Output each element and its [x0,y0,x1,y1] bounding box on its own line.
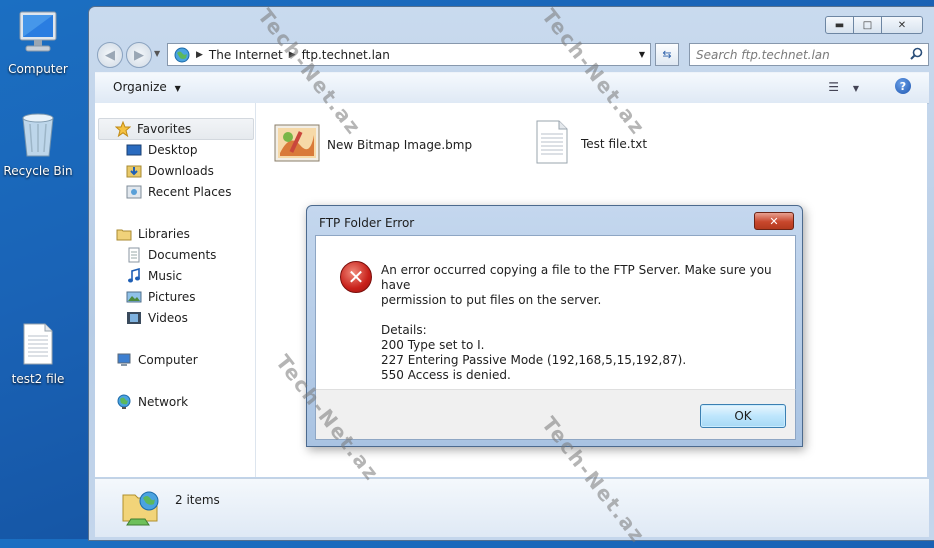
music-note-icon [126,267,142,284]
pictures-icon [126,289,142,305]
close-icon: ✕ [769,214,779,228]
file-name: Test file.txt [581,136,648,151]
minimize-button[interactable]: ▬ [825,16,854,34]
refresh-button[interactable]: ⇆ [655,43,679,66]
search-input[interactable]: Search ftp.technet.lan [696,48,910,62]
desktop-folder-icon [126,142,142,158]
forward-arrow-icon: ▶ [134,47,144,63]
nav-label: Music [148,269,183,283]
nav-label: Documents [148,248,217,262]
maximize-button[interactable]: □ [854,16,882,34]
detail-line: 227 Entering Passive Mode (192,168,5,15,… [381,353,687,367]
nav-label: Recent Places [148,185,232,199]
change-view-button[interactable]: ☰ ▼ [828,80,859,94]
nav-item-libraries[interactable]: Libraries [116,224,190,244]
organize-label: Organize [113,80,167,94]
dialog-close-button[interactable]: ✕ [754,212,794,230]
nav-label: Computer [138,353,198,367]
error-icon: ✕ [340,261,372,293]
close-icon: ✕ [897,19,907,31]
maximize-icon: □ [862,19,873,31]
navigation-bar: ◀ ▶ ▼ ▶ The Internet ▶ ftp.technet.lan ▼… [97,40,929,68]
nav-label: Network [138,395,189,409]
search-box[interactable]: Search ftp.technet.lan [689,43,929,66]
message-line: An error occurred copying a file to the … [381,263,772,292]
navigation-pane: Favorites Desktop Downloads Recent Place… [95,103,256,477]
close-button[interactable]: ✕ [882,16,923,34]
text-file-icon [534,119,570,168]
nav-item-videos[interactable]: Videos [126,308,188,328]
nav-item-music[interactable]: Music [126,266,182,286]
message-line: permission to put files on the server. [381,293,602,307]
text-file-icon [0,322,78,369]
detail-line: 550 Access is denied. [381,368,511,382]
command-bar: Organize ▼ ☰ ▼ ? [95,72,929,104]
back-arrow-icon: ◀ [105,47,115,63]
minimize-icon: ▬ [834,19,845,31]
chevron-down-icon: ▼ [852,84,859,93]
desktop-icon-label: test2 file [11,372,65,386]
file-item-bitmap[interactable]: New Bitmap Image.bmp [274,123,472,166]
nav-label: Pictures [148,290,196,304]
bitmap-image-icon [274,123,320,166]
nav-item-pictures[interactable]: Pictures [126,287,196,307]
computer-icon [116,352,132,368]
desktop-icon-test2-file[interactable]: test2 file [0,322,78,386]
nav-item-computer[interactable]: Computer [116,350,198,370]
nav-label: Favorites [137,122,192,136]
ok-button[interactable]: OK [700,404,786,428]
item-count: 2 items [175,493,220,507]
breadcrumb-the-internet[interactable]: The Internet [209,48,283,62]
refresh-icon: ⇆ [662,48,672,61]
nav-label: Desktop [148,143,198,157]
recent-pages-dropdown[interactable]: ▼ [154,49,160,58]
nav-item-favorites[interactable]: Favorites [98,118,254,140]
nav-label: Downloads [148,164,214,178]
nav-item-recent-places[interactable]: Recent Places [126,182,231,202]
downloads-folder-icon [126,163,142,179]
nav-item-network[interactable]: Network [116,392,188,412]
network-folder-icon [119,485,163,532]
details-label: Details: [381,323,427,337]
libraries-icon [116,226,132,242]
dialog-body: ✕ An error occurred copying a file to th… [315,235,796,390]
network-globe-icon [116,394,132,410]
back-button[interactable]: ◀ [97,42,123,68]
nav-item-downloads[interactable]: Downloads [126,161,214,181]
recent-places-icon [126,184,142,200]
forward-button[interactable]: ▶ [126,42,152,68]
nav-label: Videos [148,311,188,325]
help-icon: ? [899,79,907,93]
desktop-icon-recycle-bin[interactable]: Recycle Bin [0,112,78,178]
desktop-icon-computer[interactable]: Computer [0,10,78,76]
caption-buttons: ▬ □ ✕ [825,16,923,34]
search-icon[interactable] [910,47,923,63]
detail-line: 200 Type set to I. [381,338,485,352]
chevron-down-icon: ▼ [174,84,181,93]
details-pane: 2 items [95,478,929,537]
file-name: New Bitmap Image.bmp [327,137,473,152]
address-dropdown-icon[interactable]: ▼ [639,50,645,59]
ftp-error-dialog: FTP Folder Error ✕ ✕ An error occurred c… [306,205,803,447]
computer-icon [0,10,78,59]
documents-icon [126,247,142,263]
desktop-icon-label: Recycle Bin [3,164,73,178]
recycle-bin-icon [0,112,78,161]
organize-button[interactable]: Organize ▼ [113,80,181,94]
videos-filmstrip-icon [126,310,142,326]
nav-item-desktop[interactable]: Desktop [126,140,198,160]
internet-globe-icon [174,47,190,63]
nav-label: Libraries [138,227,190,241]
star-icon [114,120,132,138]
dialog-title: FTP Folder Error [319,216,415,230]
help-button[interactable]: ? [895,78,911,94]
desktop-icon-label: Computer [8,62,68,76]
breadcrumb-separator-icon: ▶ [196,49,203,60]
nav-item-documents[interactable]: Documents [126,245,216,265]
view-details-icon: ☰ [828,80,840,94]
error-message: An error occurred copying a file to the … [381,263,781,383]
